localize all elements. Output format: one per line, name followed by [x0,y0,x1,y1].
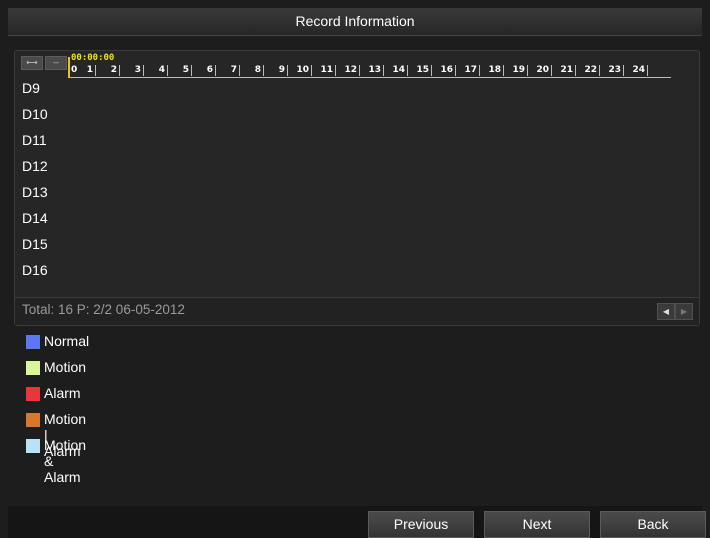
back-button[interactable]: Back [600,511,706,538]
ruler-tick: 12 [334,65,360,76]
channel-label: D13 [22,184,48,200]
channel-label: D14 [22,210,48,226]
previous-button[interactable]: Previous [368,511,474,538]
prev-page-icon[interactable]: ◀ [657,303,675,320]
ruler-tick: 23 [598,65,624,76]
window-title: Record Information [295,13,415,29]
button-bar: Previous Next Back [8,506,706,538]
window-title-bar: Record Information [8,8,702,36]
legend-label: Motion [44,359,87,375]
alarm-swatch [26,387,40,401]
ruler-tick: 15 [406,65,432,76]
ruler-tick: 6 [190,65,216,76]
ruler-tick: 16 [430,65,456,76]
ruler-tick: 22 [574,65,600,76]
motion-and-alarm-swatch [26,439,40,453]
legend-label: Motion & Alarm [44,437,87,485]
channel-label: D10 [22,106,48,122]
ruler-tick: 10 [286,65,312,76]
ruler-tick: 13 [358,65,384,76]
legend-label: Alarm [44,385,81,401]
pagination-bar: Total: 16 P: 2/2 06-05-2012 ◀ ▶ [15,297,699,325]
legend-label: Normal [44,333,90,349]
ruler-tick: 8 [238,65,264,76]
channel-label: D15 [22,236,48,252]
next-page-icon[interactable]: ▶ [675,303,693,320]
ruler-tick: 21 [550,65,576,76]
ruler-tick: 1 [70,65,96,76]
ruler-tick: 3 [118,65,144,76]
ruler-tick: 14 [382,65,408,76]
collapse-arrows-icon[interactable]: -- [45,56,67,70]
channel-label: D16 [22,262,48,278]
channel-label: D11 [22,132,47,148]
time-cursor-label: 00:00:00 [71,53,115,63]
ruler-tick: 7 [214,65,240,76]
ruler-tick: 9 [262,65,288,76]
ruler-tick: 20 [526,65,552,76]
channel-label: D9 [22,80,40,96]
ruler-tick: 24 [622,65,648,76]
ruler-tick: 19 [502,65,528,76]
ruler-tick: 2 [94,65,120,76]
ruler-tick: 11 [310,65,336,76]
ruler-tick: 5 [166,65,192,76]
ruler-tick: 17 [454,65,480,76]
normal-swatch [26,335,40,349]
motion-swatch [26,361,40,375]
page-status: Total: 16 P: 2/2 06-05-2012 [22,302,185,317]
motion-or-alarm-swatch [26,413,40,427]
next-button[interactable]: Next [484,511,590,538]
ruler-tick: 18 [478,65,504,76]
time-ruler[interactable]: 0 1 2 3 4 5 6 7 8 9 10 11 12 13 14 15 16… [70,65,671,78]
channel-label: D12 [22,158,48,174]
record-timeline-panel: ⟷ -- 00:00:00 0 1 2 3 4 5 6 7 8 9 10 11 … [14,50,700,326]
expand-arrows-icon[interactable]: ⟷ [21,56,43,70]
ruler-tick: 4 [142,65,168,76]
